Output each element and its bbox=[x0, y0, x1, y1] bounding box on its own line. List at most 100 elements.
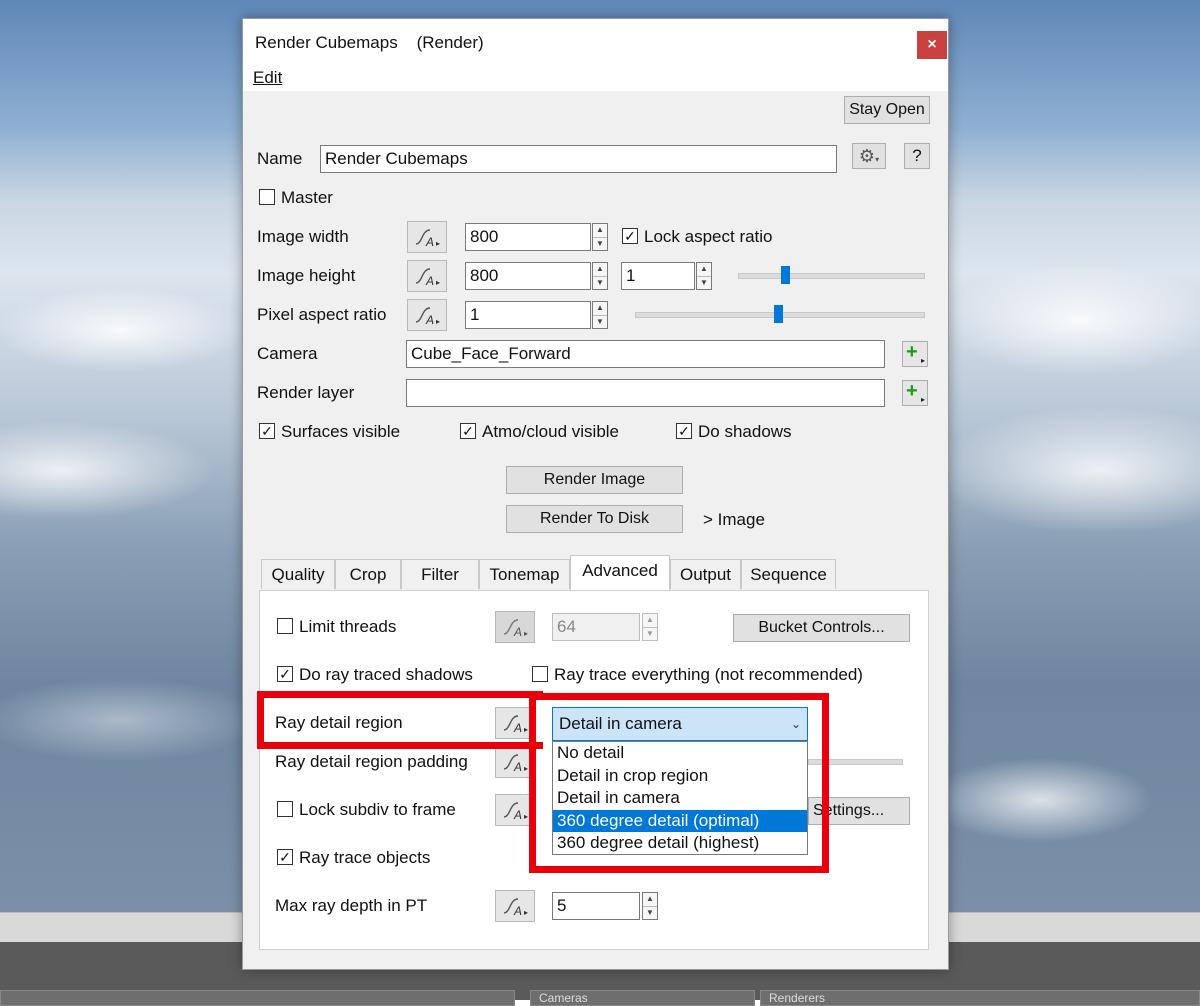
limit-threads-checkbox[interactable] bbox=[277, 618, 293, 634]
do-shadows-label: Do shadows bbox=[698, 422, 792, 441]
curve-icon: A ▸ bbox=[503, 898, 528, 918]
lock-subdiv-label: Lock subdiv to frame bbox=[299, 800, 456, 819]
bucket-controls-button[interactable]: Bucket Controls... bbox=[733, 614, 910, 642]
surfaces-visible-label: Surfaces visible bbox=[281, 422, 401, 441]
svg-text:A: A bbox=[513, 808, 522, 822]
curve-icon: A ▸ bbox=[415, 307, 440, 327]
tab-crop[interactable]: Crop bbox=[335, 559, 401, 589]
render-layer-input[interactable] bbox=[406, 379, 885, 407]
ray-trace-everything-checkbox[interactable] bbox=[532, 666, 548, 682]
arrow-right-icon: ▸ bbox=[920, 395, 925, 404]
close-button[interactable]: × bbox=[917, 31, 947, 59]
atmo-visible-checkbox[interactable]: ✓ bbox=[460, 423, 476, 439]
pixel-aspect-label: Pixel aspect ratio bbox=[257, 305, 387, 324]
tab-quality[interactable]: Quality bbox=[261, 559, 335, 589]
image-height-curve-button[interactable]: A ▸ bbox=[407, 260, 447, 292]
limit-threads-label: Limit threads bbox=[299, 617, 397, 636]
render-layer-add-button[interactable]: + ▸ bbox=[902, 380, 928, 406]
curve-icon: A ▸ bbox=[415, 268, 440, 288]
add-icon: + bbox=[906, 341, 918, 363]
ray-trace-everything-label: Ray trace everything (not recommended) bbox=[554, 665, 863, 684]
max-ray-depth-spinner[interactable]: ▲ ▼ bbox=[642, 892, 658, 920]
lock-aspect-label: Lock aspect ratio bbox=[644, 227, 773, 246]
ray-detail-padding-label: Ray detail region padding bbox=[275, 752, 468, 771]
name-label: Name bbox=[257, 149, 303, 168]
svg-text:▸: ▸ bbox=[524, 908, 528, 917]
do-shadows-checkbox[interactable]: ✓ bbox=[676, 423, 692, 439]
render-image-button[interactable]: Render Image bbox=[506, 466, 683, 494]
curve-icon: A ▸ bbox=[415, 229, 440, 249]
pixel-aspect-input[interactable]: 1 bbox=[465, 301, 591, 329]
svg-text:A: A bbox=[425, 274, 434, 288]
arrow-right-icon: ▸ bbox=[920, 356, 925, 365]
threads-spinner[interactable]: ▲ ▼ bbox=[642, 613, 658, 641]
tab-sequence[interactable]: Sequence bbox=[741, 559, 836, 589]
threads-curve-button[interactable]: A ▸ bbox=[495, 611, 535, 643]
render-to-disk-button[interactable]: Render To Disk bbox=[506, 505, 683, 533]
svg-text:▸: ▸ bbox=[436, 317, 440, 326]
ray-trace-objects-checkbox[interactable]: ✓ bbox=[277, 849, 293, 865]
camera-label: Camera bbox=[257, 344, 318, 363]
atmo-visible-label: Atmo/cloud visible bbox=[482, 422, 620, 441]
height-ratio-slider-track[interactable] bbox=[738, 273, 925, 279]
master-checkbox[interactable] bbox=[259, 189, 275, 205]
tab-tonemap[interactable]: Tonemap bbox=[479, 559, 570, 589]
curve-icon: A ▸ bbox=[503, 754, 528, 774]
camera-input[interactable]: Cube_Face_Forward bbox=[406, 340, 885, 368]
gear-icon: ⚙▾ bbox=[858, 146, 880, 166]
svg-text:A: A bbox=[513, 760, 522, 774]
image-width-curve-button[interactable]: A ▸ bbox=[407, 221, 447, 253]
height-ratio-input[interactable]: 1 bbox=[621, 262, 695, 290]
svg-text:▸: ▸ bbox=[436, 278, 440, 287]
pixel-aspect-spinner[interactable]: ▲ ▼ bbox=[592, 301, 608, 329]
tab-advanced[interactable]: Advanced bbox=[570, 555, 670, 591]
master-label: Master bbox=[281, 188, 333, 207]
svg-text:A: A bbox=[513, 904, 522, 918]
highlight-box-dropdown bbox=[529, 693, 829, 873]
gear-menu-button[interactable]: ⚙▾ bbox=[852, 143, 886, 169]
menu-edit[interactable]: Edit bbox=[253, 68, 282, 88]
image-width-label: Image width bbox=[257, 227, 349, 246]
panel-tab-cameras[interactable]: Cameras bbox=[530, 990, 755, 1006]
ray-traced-shadows-label: Do ray traced shadows bbox=[299, 665, 473, 684]
image-height-label: Image height bbox=[257, 266, 356, 285]
svg-text:▸: ▸ bbox=[524, 764, 528, 773]
surfaces-visible-checkbox[interactable]: ✓ bbox=[259, 423, 275, 439]
max-ray-depth-input[interactable]: 5 bbox=[552, 892, 640, 920]
image-height-input[interactable]: 800 bbox=[465, 262, 591, 290]
pixel-aspect-slider-thumb[interactable] bbox=[774, 305, 783, 323]
help-button[interactable]: ? bbox=[904, 143, 930, 169]
curve-icon: A ▸ bbox=[503, 619, 528, 639]
add-icon: + bbox=[906, 380, 918, 402]
image-width-spinner[interactable]: ▲ ▼ bbox=[592, 223, 608, 251]
ray-traced-shadows-checkbox[interactable]: ✓ bbox=[277, 666, 293, 682]
max-ray-depth-label: Max ray depth in PT bbox=[275, 896, 428, 915]
svg-text:A: A bbox=[425, 235, 434, 249]
threads-input[interactable]: 64 bbox=[552, 613, 640, 641]
panel-tab-renderers[interactable]: Renderers bbox=[760, 990, 1200, 1006]
name-input[interactable]: Render Cubemaps bbox=[320, 145, 837, 173]
height-ratio-slider-thumb[interactable] bbox=[781, 266, 790, 284]
render-layer-label: Render layer bbox=[257, 383, 355, 402]
tab-filter[interactable]: Filter bbox=[401, 559, 479, 589]
image-width-input[interactable]: 800 bbox=[465, 223, 591, 251]
render-destination-label: > Image bbox=[703, 510, 765, 529]
max-ray-depth-curve-button[interactable]: A ▸ bbox=[495, 890, 535, 922]
title-bar[interactable]: Render Cubemaps (Render) × bbox=[243, 19, 948, 67]
svg-text:▸: ▸ bbox=[524, 629, 528, 638]
curve-icon: A ▸ bbox=[503, 802, 528, 822]
panel-tab-left[interactable] bbox=[0, 990, 515, 1006]
panel-tab-cameras-label: Cameras bbox=[539, 991, 588, 1005]
pixel-aspect-curve-button[interactable]: A ▸ bbox=[407, 299, 447, 331]
tab-output[interactable]: Output bbox=[670, 559, 741, 589]
camera-add-button[interactable]: + ▸ bbox=[902, 341, 928, 367]
height-ratio-spinner[interactable]: ▲ ▼ bbox=[696, 262, 712, 290]
image-height-spinner[interactable]: ▲ ▼ bbox=[592, 262, 608, 290]
panel-tab-renderers-label: Renderers bbox=[769, 991, 826, 1005]
menu-bar: Edit bbox=[243, 67, 948, 91]
dialog-title: Render Cubemaps (Render) bbox=[255, 33, 484, 52]
lock-subdiv-checkbox[interactable] bbox=[277, 801, 293, 817]
lock-aspect-checkbox[interactable]: ✓ bbox=[622, 228, 638, 244]
stay-open-button[interactable]: Stay Open bbox=[844, 96, 930, 124]
svg-text:A: A bbox=[425, 313, 434, 327]
